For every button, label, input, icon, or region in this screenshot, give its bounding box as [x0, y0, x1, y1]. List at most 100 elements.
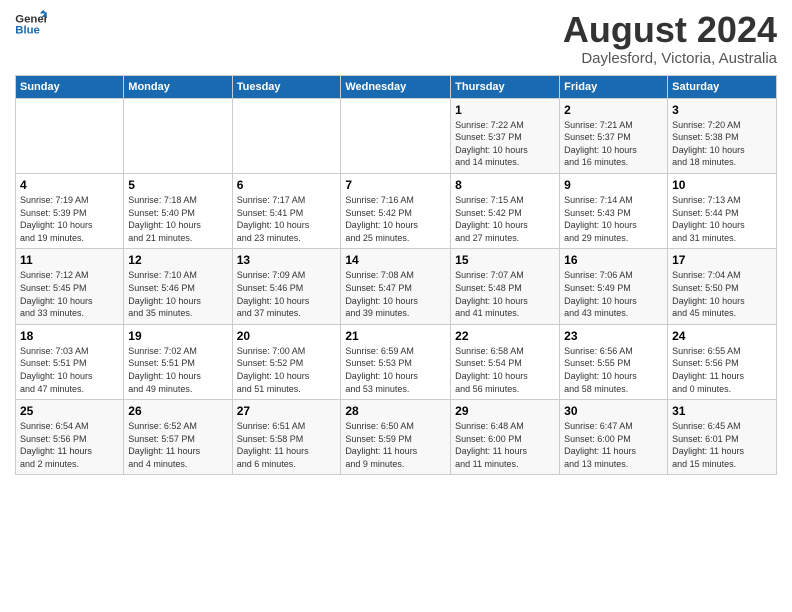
- main-title: August 2024: [563, 10, 777, 50]
- day-number: 11: [20, 253, 119, 267]
- day-detail: Sunrise: 6:59 AM Sunset: 5:53 PM Dayligh…: [345, 345, 446, 395]
- day-number: 22: [455, 329, 555, 343]
- calendar-cell: 22 Sunrise: 6:58 AM Sunset: 5:54 PM Dayli…: [451, 324, 560, 399]
- day-detail: Sunrise: 6:54 AM Sunset: 5:56 PM Dayligh…: [20, 420, 119, 470]
- title-block: August 2024 Daylesford, Victoria, Austra…: [563, 10, 777, 67]
- header-cell-wednesday: Wednesday: [341, 75, 451, 98]
- day-detail: Sunrise: 7:15 AM Sunset: 5:42 PM Dayligh…: [455, 194, 555, 244]
- subtitle: Daylesford, Victoria, Australia: [563, 50, 777, 67]
- calendar-cell: 31 Sunrise: 6:45 AM Sunset: 6:01 PM Dayli…: [668, 400, 777, 475]
- day-number: 21: [345, 329, 446, 343]
- day-number: 20: [237, 329, 337, 343]
- calendar-cell: 26Sunrise: 6:52 AM Sunset: 5:57 PM Dayli…: [124, 400, 232, 475]
- day-detail: Sunrise: 7:10 AM Sunset: 5:46 PM Dayligh…: [128, 269, 227, 319]
- calendar-cell: 28Sunrise: 6:50 AM Sunset: 5:59 PM Dayli…: [341, 400, 451, 475]
- day-detail: Sunrise: 7:14 AM Sunset: 5:43 PM Dayligh…: [564, 194, 663, 244]
- day-number: 1: [455, 103, 555, 117]
- logo: General Blue: [15, 10, 47, 38]
- day-detail: Sunrise: 7:22 AM Sunset: 5:37 PM Dayligh…: [455, 119, 555, 169]
- header-cell-thursday: Thursday: [451, 75, 560, 98]
- header-cell-sunday: Sunday: [16, 75, 124, 98]
- week-row-4: 18 Sunrise: 7:03 AM Sunset: 5:51 PM Dayli…: [16, 324, 777, 399]
- header-row: SundayMondayTuesdayWednesdayThursdayFrid…: [16, 75, 777, 98]
- header-cell-tuesday: Tuesday: [232, 75, 341, 98]
- day-number: 28: [345, 404, 446, 418]
- svg-text:Blue: Blue: [15, 25, 40, 37]
- day-detail: Sunrise: 7:07 AM Sunset: 5:48 PM Dayligh…: [455, 269, 555, 319]
- header-cell-monday: Monday: [124, 75, 232, 98]
- calendar-cell: [124, 98, 232, 173]
- day-detail: Sunrise: 6:52 AM Sunset: 5:57 PM Dayligh…: [128, 420, 227, 470]
- calendar-cell: [341, 98, 451, 173]
- day-detail: Sunrise: 7:21 AM Sunset: 5:37 PM Dayligh…: [564, 119, 663, 169]
- day-detail: Sunrise: 7:12 AM Sunset: 5:45 PM Dayligh…: [20, 269, 119, 319]
- calendar-cell: 21 Sunrise: 6:59 AM Sunset: 5:53 PM Dayli…: [341, 324, 451, 399]
- day-number: 5: [128, 178, 227, 192]
- calendar-cell: 1 Sunrise: 7:22 AM Sunset: 5:37 PM Daylig…: [451, 98, 560, 173]
- day-number: 3: [672, 103, 772, 117]
- calendar-cell: 2Sunrise: 7:21 AM Sunset: 5:37 PM Daylig…: [560, 98, 668, 173]
- calendar-cell: 17 Sunrise: 7:04 AM Sunset: 5:50 PM Dayli…: [668, 249, 777, 324]
- day-number: 17: [672, 253, 772, 267]
- calendar-cell: [16, 98, 124, 173]
- logo-icon: General Blue: [15, 10, 47, 38]
- day-detail: Sunrise: 7:13 AM Sunset: 5:44 PM Dayligh…: [672, 194, 772, 244]
- header-cell-friday: Friday: [560, 75, 668, 98]
- calendar-cell: 3 Sunrise: 7:20 AM Sunset: 5:38 PM Daylig…: [668, 98, 777, 173]
- week-row-2: 4 Sunrise: 7:19 AM Sunset: 5:39 PM Daylig…: [16, 173, 777, 248]
- day-detail: Sunrise: 7:16 AM Sunset: 5:42 PM Dayligh…: [345, 194, 446, 244]
- day-detail: Sunrise: 7:06 AM Sunset: 5:49 PM Dayligh…: [564, 269, 663, 319]
- day-detail: Sunrise: 6:51 AM Sunset: 5:58 PM Dayligh…: [237, 420, 337, 470]
- calendar-cell: 10 Sunrise: 7:13 AM Sunset: 5:44 PM Dayli…: [668, 173, 777, 248]
- day-detail: Sunrise: 7:03 AM Sunset: 5:51 PM Dayligh…: [20, 345, 119, 395]
- day-detail: Sunrise: 7:18 AM Sunset: 5:40 PM Dayligh…: [128, 194, 227, 244]
- day-number: 15: [455, 253, 555, 267]
- page-header: General Blue August 2024 Daylesford, Vic…: [15, 10, 777, 67]
- calendar-cell: 25 Sunrise: 6:54 AM Sunset: 5:56 PM Dayli…: [16, 400, 124, 475]
- calendar-cell: 4 Sunrise: 7:19 AM Sunset: 5:39 PM Daylig…: [16, 173, 124, 248]
- calendar-cell: 23 Sunrise: 6:56 AM Sunset: 5:55 PM Dayli…: [560, 324, 668, 399]
- day-number: 10: [672, 178, 772, 192]
- day-detail: Sunrise: 6:56 AM Sunset: 5:55 PM Dayligh…: [564, 345, 663, 395]
- day-number: 9: [564, 178, 663, 192]
- day-detail: Sunrise: 6:47 AM Sunset: 6:00 PM Dayligh…: [564, 420, 663, 470]
- day-detail: Sunrise: 6:58 AM Sunset: 5:54 PM Dayligh…: [455, 345, 555, 395]
- calendar-cell: 16Sunrise: 7:06 AM Sunset: 5:49 PM Dayli…: [560, 249, 668, 324]
- calendar-cell: 5 Sunrise: 7:18 AM Sunset: 5:40 PM Daylig…: [124, 173, 232, 248]
- day-number: 30: [564, 404, 663, 418]
- day-number: 24: [672, 329, 772, 343]
- week-row-1: 1 Sunrise: 7:22 AM Sunset: 5:37 PM Daylig…: [16, 98, 777, 173]
- calendar-cell: 8 Sunrise: 7:15 AM Sunset: 5:42 PM Daylig…: [451, 173, 560, 248]
- day-number: 4: [20, 178, 119, 192]
- calendar-cell: 15 Sunrise: 7:07 AM Sunset: 5:48 PM Dayli…: [451, 249, 560, 324]
- header-cell-saturday: Saturday: [668, 75, 777, 98]
- calendar-cell: 24Sunrise: 6:55 AM Sunset: 5:56 PM Dayli…: [668, 324, 777, 399]
- day-number: 13: [237, 253, 337, 267]
- calendar-cell: 7 Sunrise: 7:16 AM Sunset: 5:42 PM Daylig…: [341, 173, 451, 248]
- day-number: 31: [672, 404, 772, 418]
- calendar-cell: 13 Sunrise: 7:09 AM Sunset: 5:46 PM Dayli…: [232, 249, 341, 324]
- calendar-cell: 20 Sunrise: 7:00 AM Sunset: 5:52 PM Dayli…: [232, 324, 341, 399]
- day-number: 25: [20, 404, 119, 418]
- day-detail: Sunrise: 7:20 AM Sunset: 5:38 PM Dayligh…: [672, 119, 772, 169]
- svg-text:General: General: [15, 13, 47, 25]
- day-detail: Sunrise: 7:09 AM Sunset: 5:46 PM Dayligh…: [237, 269, 337, 319]
- day-number: 27: [237, 404, 337, 418]
- day-detail: Sunrise: 7:17 AM Sunset: 5:41 PM Dayligh…: [237, 194, 337, 244]
- day-number: 7: [345, 178, 446, 192]
- calendar-cell: 27 Sunrise: 6:51 AM Sunset: 5:58 PM Dayli…: [232, 400, 341, 475]
- calendar-cell: 12Sunrise: 7:10 AM Sunset: 5:46 PM Dayli…: [124, 249, 232, 324]
- day-number: 6: [237, 178, 337, 192]
- day-number: 18: [20, 329, 119, 343]
- calendar-cell: 30 Sunrise: 6:47 AM Sunset: 6:00 PM Dayli…: [560, 400, 668, 475]
- day-number: 8: [455, 178, 555, 192]
- day-detail: Sunrise: 7:19 AM Sunset: 5:39 PM Dayligh…: [20, 194, 119, 244]
- calendar-cell: 29Sunrise: 6:48 AM Sunset: 6:00 PM Dayli…: [451, 400, 560, 475]
- day-detail: Sunrise: 7:04 AM Sunset: 5:50 PM Dayligh…: [672, 269, 772, 319]
- week-row-3: 11 Sunrise: 7:12 AM Sunset: 5:45 PM Dayli…: [16, 249, 777, 324]
- day-detail: Sunrise: 7:00 AM Sunset: 5:52 PM Dayligh…: [237, 345, 337, 395]
- day-number: 19: [128, 329, 227, 343]
- day-number: 14: [345, 253, 446, 267]
- day-number: 23: [564, 329, 663, 343]
- day-detail: Sunrise: 6:45 AM Sunset: 6:01 PM Dayligh…: [672, 420, 772, 470]
